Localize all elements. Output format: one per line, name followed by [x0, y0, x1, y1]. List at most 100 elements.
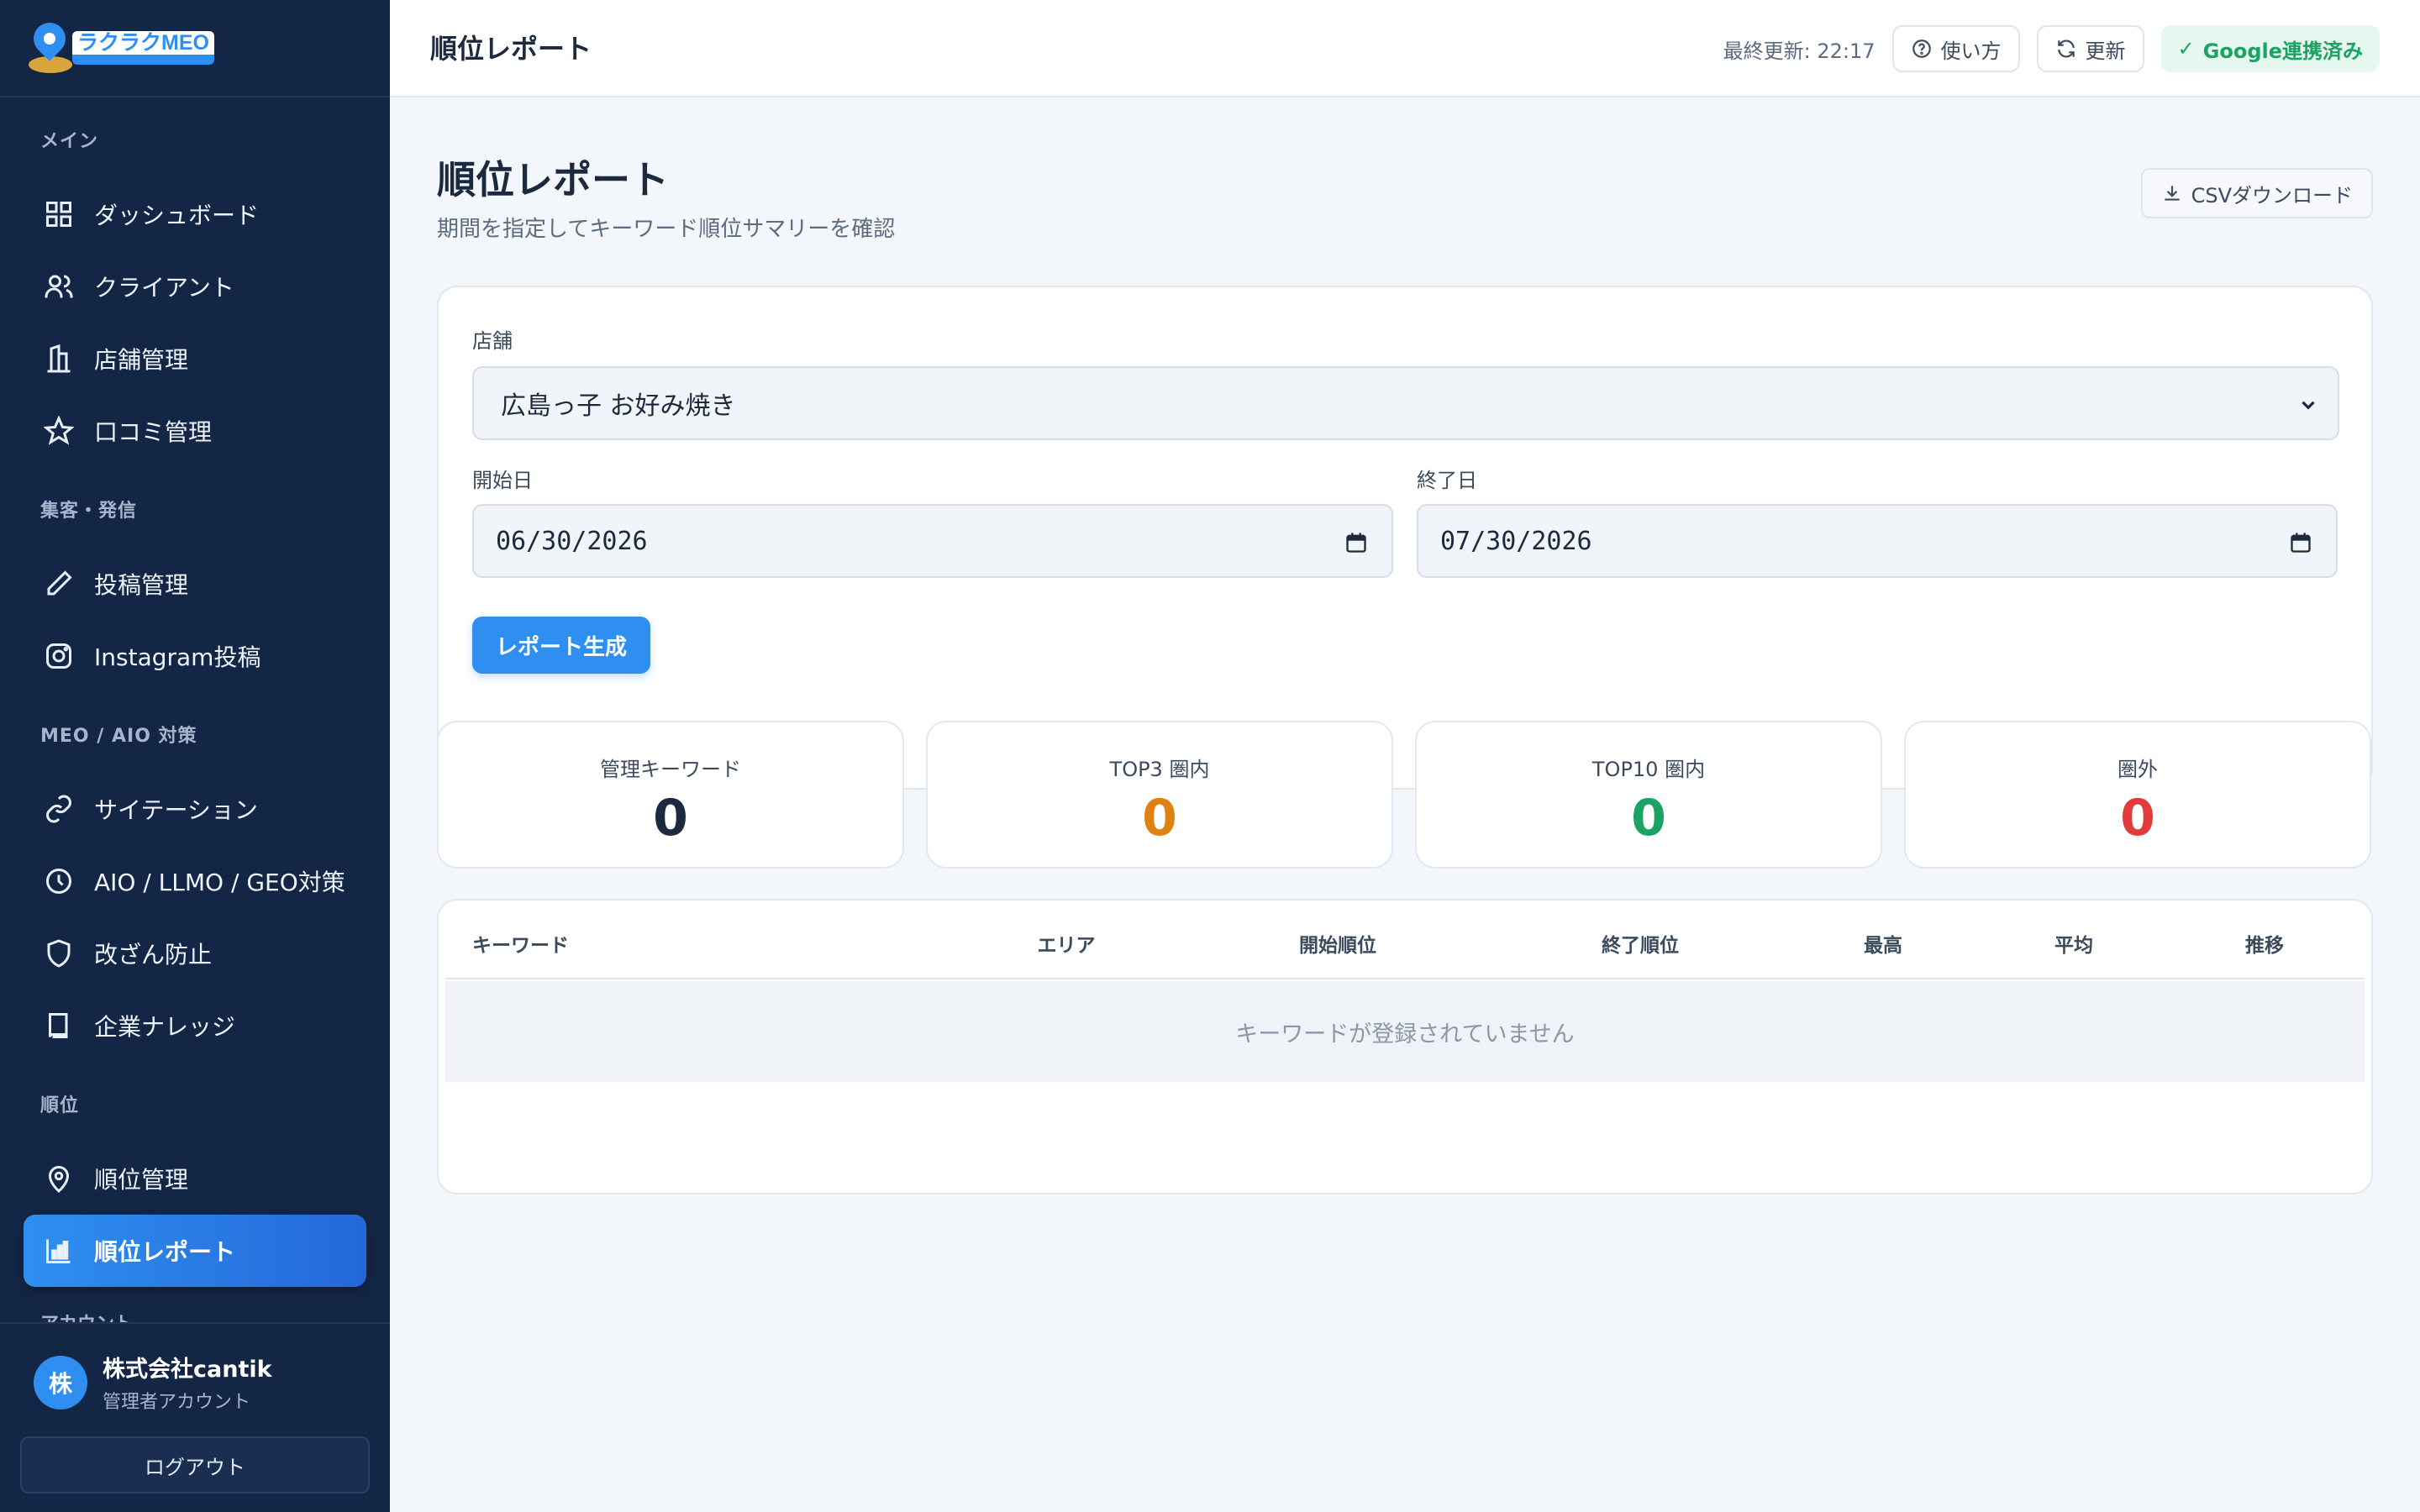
sidebar-item-label: Instagram投稿 [94, 643, 261, 671]
sidebar-item-dashboard[interactable]: ダッシュボード [24, 178, 366, 250]
sidebar-item-label: 企業ナレッジ [94, 1013, 236, 1041]
sidebar-item-knowledge[interactable]: 企業ナレッジ [24, 990, 366, 1062]
filter-card: 店舗 広島っ子 お好み焼き 開始日 06/30/2026 終了日 07/30/2… [437, 286, 2373, 790]
help-button-label: 使い方 [1940, 39, 2002, 63]
refresh-icon [2057, 39, 2075, 58]
clock-icon [44, 866, 74, 896]
user-name: 株式会社cantik [103, 1357, 272, 1383]
star-icon [44, 416, 74, 446]
logout-button[interactable]: ログアウト [20, 1436, 370, 1494]
sidebar-item-label: 順位レポート [94, 1238, 236, 1266]
stat-label: TOP3 圏内 [1109, 758, 1210, 781]
logo[interactable]: ラクラクMEO [0, 0, 390, 97]
table-empty-message: キーワードが登録されていません [445, 981, 2365, 1082]
stat-label: 管理キーワード [600, 758, 741, 781]
column-header-area[interactable]: エリア [1038, 900, 1096, 991]
chevron-down-icon [2297, 393, 2319, 415]
sidebar-item-label: サイテーション [94, 796, 258, 824]
sidebar-item-rank-report[interactable]: 順位レポート [24, 1215, 366, 1287]
avatar[interactable]: 株 [34, 1355, 87, 1410]
stat-card-top10: TOP10 圏内 0 [1415, 721, 1882, 869]
column-header-best[interactable]: 最高 [1864, 900, 1902, 991]
sidebar-item-citation[interactable]: サイテーション [24, 773, 366, 845]
bar-chart-icon [44, 1236, 74, 1266]
start-date-label: 開始日 [472, 469, 533, 492]
end-date-label: 終了日 [1417, 469, 1477, 492]
stat-value: 0 [1631, 789, 1666, 848]
stat-card-keywords: 管理キーワード 0 [437, 721, 904, 869]
sidebar-item-aio[interactable]: AIO / LLMO / GEO対策 [24, 845, 366, 917]
user-panel: 株 株式会社cantik 管理者アカウント ログアウト [0, 1322, 390, 1512]
ranking-table: キーワード エリア 開始順位 終了順位 最高 平均 推移 キーワードが登録されて… [437, 899, 2373, 1194]
calendar-icon[interactable] [2289, 531, 2312, 554]
sidebar-item-label: 店舗管理 [94, 346, 189, 374]
help-circle-icon [1912, 39, 1931, 58]
sidebar-item-label: 投稿管理 [94, 571, 189, 599]
end-date-value: 07/30/2026 [1440, 526, 1592, 556]
start-date-value: 06/30/2026 [496, 526, 648, 556]
column-header-keyword[interactable]: キーワード [472, 900, 569, 991]
logo-map-pin-icon [27, 16, 72, 73]
nav-section-meo-aio: MEO / AIO 対策 [40, 726, 197, 747]
sidebar-item-tamper-protection[interactable]: 改ざん防止 [24, 917, 366, 990]
store-select[interactable]: 広島っ子 お好み焼き [472, 366, 2339, 440]
shield-icon [44, 938, 74, 969]
sidebar-item-label: ダッシュボード [94, 202, 260, 229]
column-header-end-rank[interactable]: 終了順位 [1602, 900, 1679, 991]
stat-value: 0 [2120, 789, 2155, 848]
sidebar-item-label: クライアント [94, 274, 234, 302]
stat-card-top3: TOP3 圏内 0 [926, 721, 1393, 869]
sidebar-item-label: 順位管理 [94, 1166, 189, 1194]
building-icon [44, 344, 74, 374]
main-content: 順位レポート 期間を指定してキーワード順位サマリーを確認 CSVダウンロード 店… [390, 97, 2420, 1512]
sidebar-item-reviews[interactable]: 口コミ管理 [24, 395, 366, 467]
stat-label: 圏外 [2118, 758, 2158, 781]
nav-section-marketing: 集客・発信 [40, 501, 138, 522]
google-status-badge: ✓ Google連携済み [2160, 25, 2380, 72]
book-icon [44, 1011, 74, 1041]
user-role: 管理者アカウント [103, 1392, 251, 1413]
map-pin-icon [44, 1163, 74, 1194]
store-select-value: 広島っ子 お好み焼き [501, 391, 736, 421]
refresh-button[interactable]: 更新 [2036, 25, 2144, 72]
sidebar-item-clients[interactable]: クライアント [24, 250, 366, 323]
generate-report-button[interactable]: レポート生成 [472, 617, 650, 674]
page-subtitle: 期間を指定してキーワード順位サマリーを確認 [437, 217, 896, 242]
end-date-input[interactable]: 07/30/2026 [1417, 504, 2338, 578]
nav-section-ranking: 順位 [40, 1095, 80, 1116]
refresh-button-label: 更新 [2085, 39, 2126, 63]
store-label: 店舗 [472, 329, 513, 353]
users-icon [44, 271, 74, 302]
csv-download-button[interactable]: CSVダウンロード [2140, 168, 2373, 218]
calendar-icon[interactable] [1344, 531, 1368, 554]
table-header: キーワード エリア 開始順位 終了順位 最高 平均 推移 [445, 900, 2365, 979]
download-icon [2164, 186, 2180, 201]
pencil-icon [44, 569, 74, 599]
sidebar-item-posts[interactable]: 投稿管理 [24, 548, 366, 620]
stat-card-out-of-rank: 圏外 0 [1904, 721, 2371, 869]
grid-icon [44, 199, 74, 229]
sidebar-item-label: 口コミ管理 [94, 418, 213, 446]
stat-label: TOP10 圏内 [1591, 758, 1706, 781]
link-icon [44, 794, 74, 824]
last-updated: 最終更新: 22:17 [1723, 39, 1876, 63]
stat-value: 0 [653, 789, 688, 848]
page-title: 順位レポート [437, 157, 669, 202]
help-button[interactable]: 使い方 [1891, 25, 2020, 72]
sidebar-item-rank-management[interactable]: 順位管理 [24, 1142, 366, 1215]
check-icon: ✓ [2177, 37, 2195, 60]
sidebar: ラクラクMEO メイン ダッシュボード クライアント 店舗管理 口コミ管理 集客… [0, 0, 390, 1512]
logo-text: ラクラクMEO [72, 31, 214, 55]
sidebar-item-stores[interactable]: 店舗管理 [24, 323, 366, 395]
sidebar-item-instagram[interactable]: Instagram投稿 [24, 620, 366, 692]
google-status-label: Google連携済み [2202, 39, 2363, 63]
instagram-icon [44, 641, 74, 671]
sidebar-item-label: 改ざん防止 [94, 941, 213, 969]
column-header-average[interactable]: 平均 [2054, 900, 2093, 991]
topbar-title: 順位レポート [430, 33, 592, 65]
column-header-start-rank[interactable]: 開始順位 [1299, 900, 1376, 991]
sidebar-item-label: AIO / LLMO / GEO対策 [94, 869, 345, 896]
start-date-input[interactable]: 06/30/2026 [472, 504, 1393, 578]
column-header-trend[interactable]: 推移 [2245, 900, 2284, 991]
stat-value: 0 [1142, 789, 1177, 848]
